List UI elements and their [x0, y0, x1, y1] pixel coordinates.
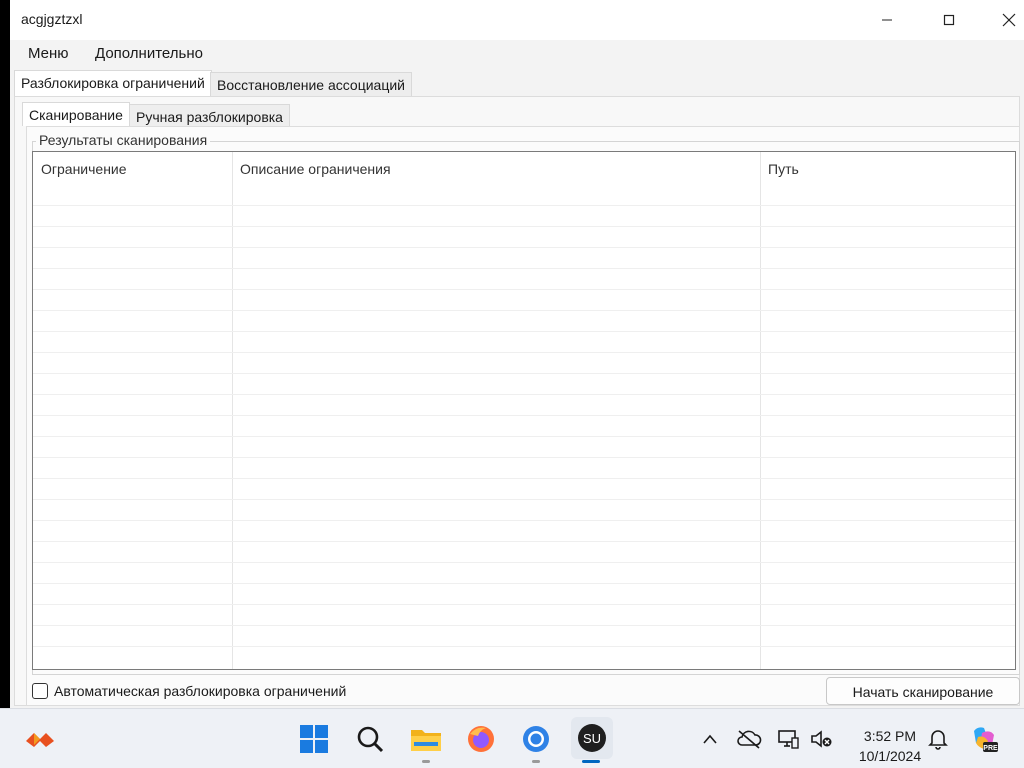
- notification-bell-icon[interactable]: [918, 719, 958, 759]
- menu-bar: Меню Дополнительно: [10, 40, 1024, 68]
- active-indicator: [582, 760, 600, 763]
- menu-additional[interactable]: Дополнительно: [95, 45, 203, 62]
- row-separator: [33, 205, 1015, 206]
- minimize-icon: [882, 19, 892, 21]
- row-separator: [33, 310, 1015, 311]
- list-header: Ограничение Описание ограничения Путь: [33, 152, 1015, 186]
- auto-unlock-label: Автоматическая разблокировка ограничений: [54, 683, 347, 699]
- tab-unlock-restrictions[interactable]: Разблокировка ограничений: [14, 70, 212, 96]
- onedrive-offline-icon[interactable]: [729, 719, 769, 759]
- row-separator: [33, 436, 1015, 437]
- row-separator: [33, 226, 1015, 227]
- tab-restore-associations[interactable]: Восстановление ассоциаций: [210, 72, 412, 96]
- column-divider[interactable]: [232, 152, 233, 669]
- row-separator: [33, 541, 1015, 542]
- su-app-icon[interactable]: SU: [571, 717, 613, 759]
- running-indicator: [532, 760, 540, 763]
- app-window: acgjgztzxl Меню Дополнительно Разблокиро…: [10, 0, 1024, 708]
- row-separator: [33, 352, 1015, 353]
- chevron-up-icon[interactable]: [690, 719, 730, 759]
- start-icon[interactable]: [294, 719, 334, 759]
- outer-tab-strip: Разблокировка ограничений Восстановление…: [10, 70, 1024, 96]
- copilot-icon[interactable]: PRE: [964, 719, 1004, 759]
- tab-manual-unlock[interactable]: Ручная разблокировка: [129, 104, 290, 126]
- volume-muted-icon[interactable]: [801, 719, 841, 759]
- row-separator: [33, 457, 1015, 458]
- widgets-icon[interactable]: [20, 719, 60, 759]
- row-separator: [33, 331, 1015, 332]
- firefox-icon[interactable]: [461, 719, 501, 759]
- svg-text:PRE: PRE: [983, 745, 998, 752]
- row-separator: [33, 520, 1015, 521]
- row-separator: [33, 625, 1015, 626]
- taskbar: SU 3:52 PM 10/1/2024 PRE: [0, 708, 1024, 768]
- column-restriction[interactable]: Ограничение: [33, 152, 233, 186]
- start-scan-button[interactable]: Начать сканирование: [826, 677, 1020, 705]
- title-bar[interactable]: acgjgztzxl: [10, 0, 1024, 40]
- running-indicator: [422, 760, 430, 763]
- results-list[interactable]: Ограничение Описание ограничения Путь: [32, 151, 1016, 670]
- row-separator: [33, 289, 1015, 290]
- auto-unlock-checkbox[interactable]: [32, 683, 48, 699]
- row-separator: [33, 583, 1015, 584]
- row-separator: [33, 646, 1015, 647]
- svg-text:SU: SU: [583, 731, 601, 746]
- row-separator: [33, 415, 1015, 416]
- scan-results-title: Результаты сканирования: [36, 132, 211, 148]
- row-separator: [33, 247, 1015, 248]
- row-separator: [33, 499, 1015, 500]
- column-description[interactable]: Описание ограничения: [232, 152, 760, 186]
- file-explorer-icon[interactable]: [406, 719, 446, 759]
- column-divider[interactable]: [760, 152, 761, 669]
- close-button[interactable]: [980, 0, 1024, 40]
- minimize-button[interactable]: [858, 0, 916, 40]
- maximize-button[interactable]: [920, 0, 978, 40]
- row-separator: [33, 373, 1015, 374]
- row-separator: [33, 562, 1015, 563]
- search-icon[interactable]: [350, 719, 390, 759]
- tab-scan[interactable]: Сканирование: [22, 102, 130, 126]
- menu-main[interactable]: Меню: [28, 45, 69, 62]
- window-title: acgjgztzxl: [21, 11, 83, 27]
- column-path[interactable]: Путь: [760, 152, 1015, 186]
- chrome-icon[interactable]: [516, 719, 556, 759]
- row-separator: [33, 268, 1015, 269]
- row-separator: [33, 478, 1015, 479]
- close-icon: [1002, 13, 1016, 27]
- row-separator: [33, 394, 1015, 395]
- row-separator: [33, 604, 1015, 605]
- maximize-icon: [943, 14, 955, 26]
